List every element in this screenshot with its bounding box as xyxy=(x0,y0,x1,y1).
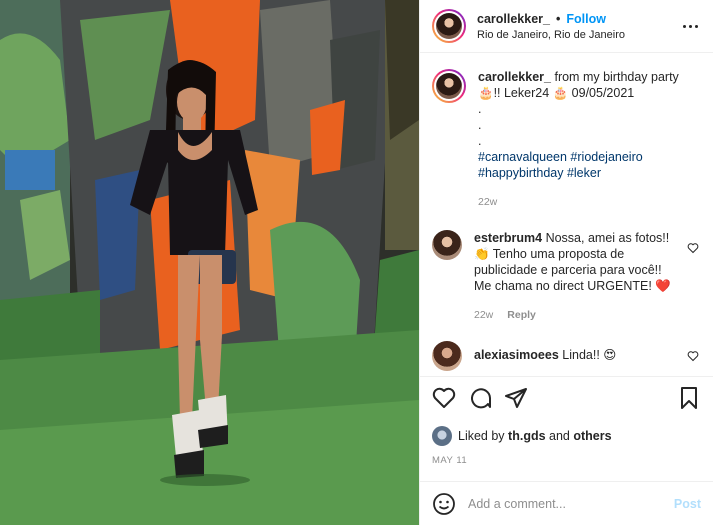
add-comment-bar: Post xyxy=(420,481,713,525)
caption-dot: . xyxy=(478,118,482,132)
location-link[interactable]: Rio de Janeiro, Rio de Janeiro xyxy=(477,29,679,41)
caption: carollekker_ from my birthday party 🎂!! … xyxy=(432,69,701,210)
like-comment-heart-icon[interactable] xyxy=(687,350,699,362)
emoji-smile-icon[interactable] xyxy=(432,492,456,516)
action-bar xyxy=(420,376,713,418)
comment-item: alexiasimoees Linda!! 😍 xyxy=(432,341,701,371)
comment-time[interactable]: 22w xyxy=(474,307,493,323)
comment-input[interactable] xyxy=(468,496,674,511)
photo-illustration xyxy=(0,0,419,525)
caption-username[interactable]: carollekker_ xyxy=(478,70,551,84)
author-username[interactable]: carollekker_ xyxy=(477,12,550,26)
commenter-username[interactable]: alexiasimoees xyxy=(474,348,559,362)
commenter-avatar[interactable] xyxy=(432,341,462,371)
liker-avatar[interactable] xyxy=(432,426,452,446)
caption-hashtags-2[interactable]: #happybirthday #leker xyxy=(478,165,701,181)
post-date[interactable]: MAY 11 xyxy=(432,455,467,466)
likes-others-link[interactable]: others xyxy=(573,429,611,443)
liker-username[interactable]: th.gds xyxy=(508,429,546,443)
likes-summary: Liked by th.gds and others xyxy=(432,426,701,446)
reply-button[interactable]: Reply xyxy=(507,307,536,323)
caption-hashtags-1[interactable]: #carnavalqueen #riodejaneiro xyxy=(478,149,701,165)
comment-text: Linda!! 😍 xyxy=(562,348,617,362)
like-comment-heart-icon[interactable] xyxy=(687,242,699,254)
separator-dot: • xyxy=(555,11,561,26)
caption-dot: . xyxy=(478,102,482,116)
comment-item: esterbrum4 Nossa, amei as fotos!! 👏 Tenh… xyxy=(432,230,701,323)
follow-button[interactable]: Follow xyxy=(566,12,606,26)
author-avatar[interactable] xyxy=(432,9,466,43)
author-info: carollekker_ • Follow Rio de Janeiro, Ri… xyxy=(477,12,679,41)
more-options-icon[interactable] xyxy=(679,15,701,37)
caption-time[interactable]: 22w xyxy=(478,194,497,210)
post-photo[interactable] xyxy=(0,0,419,525)
comments-list[interactable]: carollekker_ from my birthday party 🎂!! … xyxy=(420,53,713,376)
comment-bubble-icon[interactable] xyxy=(468,386,492,410)
post-comment-button[interactable]: Post xyxy=(674,497,701,511)
liked-by-prefix: Liked by xyxy=(458,429,505,443)
post-header: carollekker_ • Follow Rio de Janeiro, Ri… xyxy=(420,0,713,53)
instagram-post-view: carollekker_ • Follow Rio de Janeiro, Ri… xyxy=(0,0,713,525)
caption-dot: . xyxy=(478,134,482,148)
likes-and: and xyxy=(549,429,570,443)
share-paper-plane-icon[interactable] xyxy=(504,386,528,410)
commenter-username[interactable]: esterbrum4 xyxy=(474,231,542,245)
caption-avatar[interactable] xyxy=(432,69,466,103)
save-bookmark-icon[interactable] xyxy=(677,386,701,410)
commenter-avatar[interactable] xyxy=(432,230,462,260)
like-heart-icon[interactable] xyxy=(432,386,456,410)
post-side-panel: carollekker_ • Follow Rio de Janeiro, Ri… xyxy=(419,0,713,525)
